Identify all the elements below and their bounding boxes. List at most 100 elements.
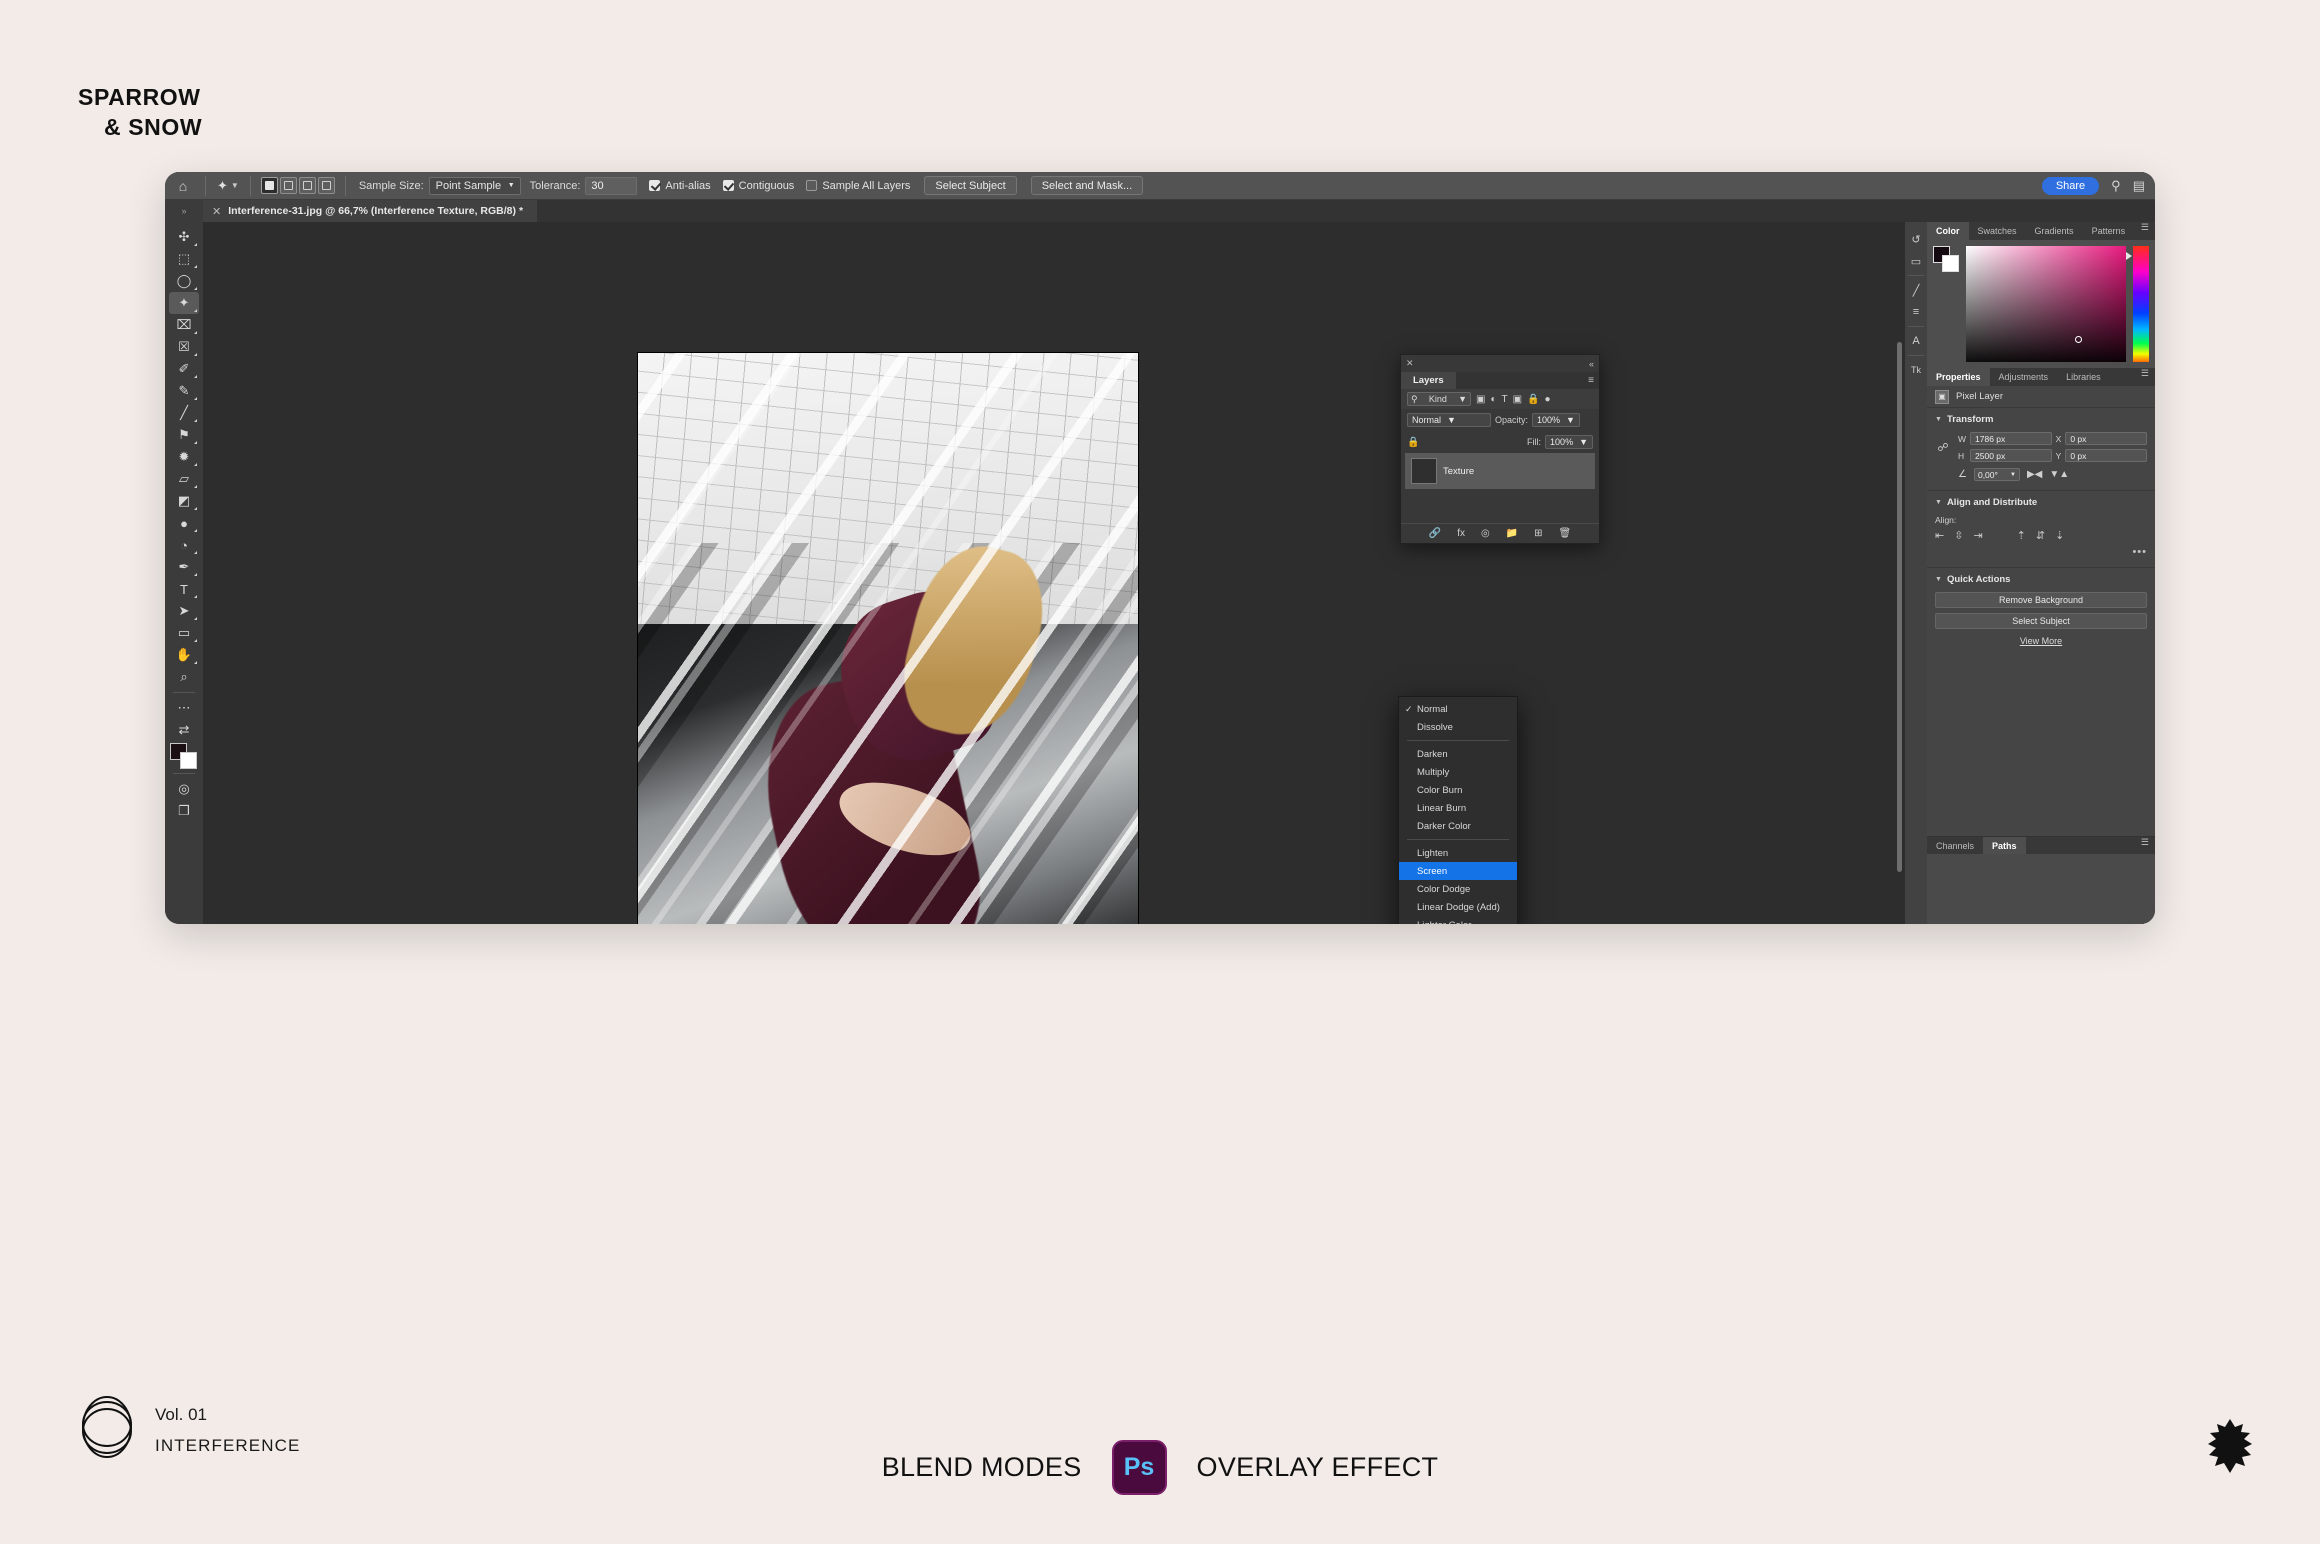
tools-rail-handle[interactable]: » — [165, 200, 203, 222]
active-tool-indicator[interactable]: ✦ ▼ — [210, 178, 246, 194]
align-center-vertical-icon[interactable]: ⇵ — [2036, 529, 2045, 542]
artboard[interactable] — [638, 353, 1138, 924]
quick-mask-icon[interactable]: ◎ — [169, 778, 199, 800]
crop-tool[interactable]: ⌧ — [169, 314, 199, 336]
panel-menu-icon[interactable]: ≡ — [1588, 375, 1599, 386]
blend-option-lighten[interactable]: Lighten — [1399, 844, 1517, 862]
new-selection-icon[interactable] — [261, 177, 278, 194]
panel-menu-icon[interactable]: ☰ — [2141, 222, 2155, 240]
delete-layer-icon[interactable]: 🗑 — [1559, 528, 1572, 539]
adjustments-icon[interactable]: ≡ — [1906, 301, 1926, 323]
sample-all-layers-checkbox[interactable]: Sample All Layers — [806, 180, 910, 192]
blend-option-lighter-color[interactable]: Lighter Color — [1399, 916, 1517, 924]
align-title[interactable]: ▼ Align and Distribute — [1935, 497, 2147, 508]
y-input[interactable]: 0 px — [2065, 449, 2147, 462]
clone-stamp-tool[interactable]: ⚑ — [169, 424, 199, 446]
document-tab[interactable]: ✕ Interference-31.jpg @ 66,7% (Interfere… — [203, 200, 537, 222]
align-right-icon[interactable]: ⇥ — [1973, 529, 1982, 542]
remove-background-button[interactable]: Remove Background — [1935, 592, 2147, 608]
screen-mode-icon[interactable]: ❐ — [169, 800, 199, 822]
align-left-icon[interactable]: ⇤ — [1935, 529, 1944, 542]
background-color-swatch[interactable] — [1942, 255, 1959, 272]
collapse-icon[interactable]: « — [1589, 359, 1594, 369]
close-icon[interactable]: ✕ — [1406, 358, 1414, 369]
shape-filter-icon[interactable]: ▣ — [1513, 394, 1522, 405]
sample-size-select[interactable]: Point Sample ▼ — [429, 177, 521, 195]
align-center-horizontal-icon[interactable]: ⇳ — [1954, 529, 1963, 542]
layer-row[interactable]: Texture — [1405, 453, 1595, 489]
more-tools-button[interactable]: ⋯ — [169, 697, 199, 719]
workspace-icon[interactable]: ▤ — [2133, 178, 2145, 194]
align-top-icon[interactable]: ⇡ — [2017, 529, 2026, 542]
link-layers-icon[interactable]: 🔗 — [1429, 528, 1441, 539]
opacity-input[interactable]: 100% ▼ — [1532, 413, 1580, 427]
path-selection-tool[interactable]: ➤ — [169, 600, 199, 622]
filter-kind-select[interactable]: ⚲ Kind ▼ — [1407, 392, 1471, 406]
type-tool[interactable]: T — [169, 578, 199, 600]
tolerance-input[interactable]: 30 — [585, 177, 637, 195]
pixel-filter-icon[interactable]: ▣ — [1476, 394, 1485, 405]
blend-option-color-burn[interactable]: Color Burn — [1399, 781, 1517, 799]
blend-option-screen[interactable]: Screen — [1399, 862, 1517, 880]
blend-option-color-dodge[interactable]: Color Dodge — [1399, 880, 1517, 898]
brush-settings-icon[interactable]: ╱ — [1906, 279, 1926, 301]
zoom-tool[interactable]: ⌕ — [169, 666, 199, 688]
share-button[interactable]: Share — [2042, 177, 2099, 195]
blend-option-normal[interactable]: ✓Normal — [1399, 700, 1517, 718]
contiguous-checkbox[interactable]: Contiguous — [723, 180, 795, 192]
type-filter-icon[interactable]: T — [1502, 394, 1508, 405]
rectangle-tool[interactable]: ▭ — [169, 622, 199, 644]
blend-option-darken[interactable]: Darken — [1399, 745, 1517, 763]
background-color-swatch[interactable] — [180, 752, 197, 769]
comments-icon[interactable]: ▭ — [1906, 250, 1926, 272]
add-to-selection-icon[interactable] — [280, 177, 297, 194]
transform-title[interactable]: ▼ Transform — [1935, 414, 2147, 425]
blend-option-dissolve[interactable]: Dissolve — [1399, 718, 1517, 736]
anti-alias-checkbox[interactable]: Anti-alias — [649, 180, 710, 192]
view-more-link[interactable]: View More — [1935, 636, 2147, 646]
lasso-tool[interactable]: ◯ — [169, 270, 199, 292]
color-cursor[interactable] — [2075, 336, 2082, 343]
select-subject-button[interactable]: Select Subject — [1935, 613, 2147, 629]
pen-tool[interactable]: ✒ — [169, 556, 199, 578]
canvas-area[interactable]: ✕ « Layers ≡ ⚲ Kind ▼ ▣ ◐ T ▣ — [203, 222, 1905, 924]
close-icon[interactable]: ✕ — [212, 205, 221, 218]
history-icon[interactable]: ↺ — [1906, 228, 1926, 250]
new-layer-icon[interactable]: ⊞ — [1534, 528, 1542, 539]
blend-option-linear-burn[interactable]: Linear Burn — [1399, 799, 1517, 817]
lock-icon[interactable]: 🔒 — [1407, 437, 1419, 448]
panel-menu-icon[interactable]: ☰ — [2141, 368, 2155, 386]
subtract-from-selection-icon[interactable] — [299, 177, 316, 194]
frame-tool[interactable]: ☒ — [169, 336, 199, 358]
align-bottom-icon[interactable]: ⇣ — [2055, 529, 2064, 542]
tab-paths[interactable]: Paths — [1983, 837, 2026, 854]
align-more-button[interactable]: ••• — [1935, 546, 2147, 558]
link-dimensions-icon[interactable]: ☍ — [1935, 432, 1951, 462]
foreground-background-swatch[interactable] — [170, 743, 198, 769]
tab-swatches[interactable]: Swatches — [1969, 222, 2026, 240]
marquee-tool[interactable]: ⬚ — [169, 248, 199, 270]
adjustment-filter-icon[interactable]: ◐ — [1490, 394, 1496, 405]
tab-layers[interactable]: Layers — [1401, 372, 1456, 389]
hue-slider-handle[interactable] — [2126, 252, 2132, 260]
width-input[interactable]: 1786 px — [1970, 432, 2052, 445]
eyedropper-tool[interactable]: ✐ — [169, 358, 199, 380]
fill-input[interactable]: 100% ▼ — [1545, 435, 1593, 449]
new-group-icon[interactable]: 📁 — [1506, 528, 1518, 539]
x-input[interactable]: 0 px — [2065, 432, 2147, 445]
blend-option-multiply[interactable]: Multiply — [1399, 763, 1517, 781]
tab-libraries[interactable]: Libraries — [2057, 368, 2110, 386]
blur-tool[interactable]: ● — [169, 512, 199, 534]
gradient-tool[interactable]: ◩ — [169, 490, 199, 512]
blend-mode-select[interactable]: Normal ▼ — [1407, 413, 1491, 427]
tab-gradients[interactable]: Gradients — [2026, 222, 2083, 240]
canvas-vertical-scrollbar[interactable] — [1897, 342, 1902, 872]
tab-properties[interactable]: Properties — [1927, 368, 1990, 386]
tab-color[interactable]: Color — [1927, 222, 1969, 240]
flip-vertical-icon[interactable]: ▼▲ — [2049, 469, 2069, 480]
select-subject-button[interactable]: Select Subject — [924, 176, 1016, 195]
character-icon[interactable]: A — [1906, 330, 1926, 352]
angle-input[interactable]: 0,00° ▼ — [1974, 468, 2020, 481]
dodge-tool[interactable]: ◔ — [169, 534, 199, 556]
layer-mask-icon[interactable]: ◎ — [1481, 528, 1490, 539]
